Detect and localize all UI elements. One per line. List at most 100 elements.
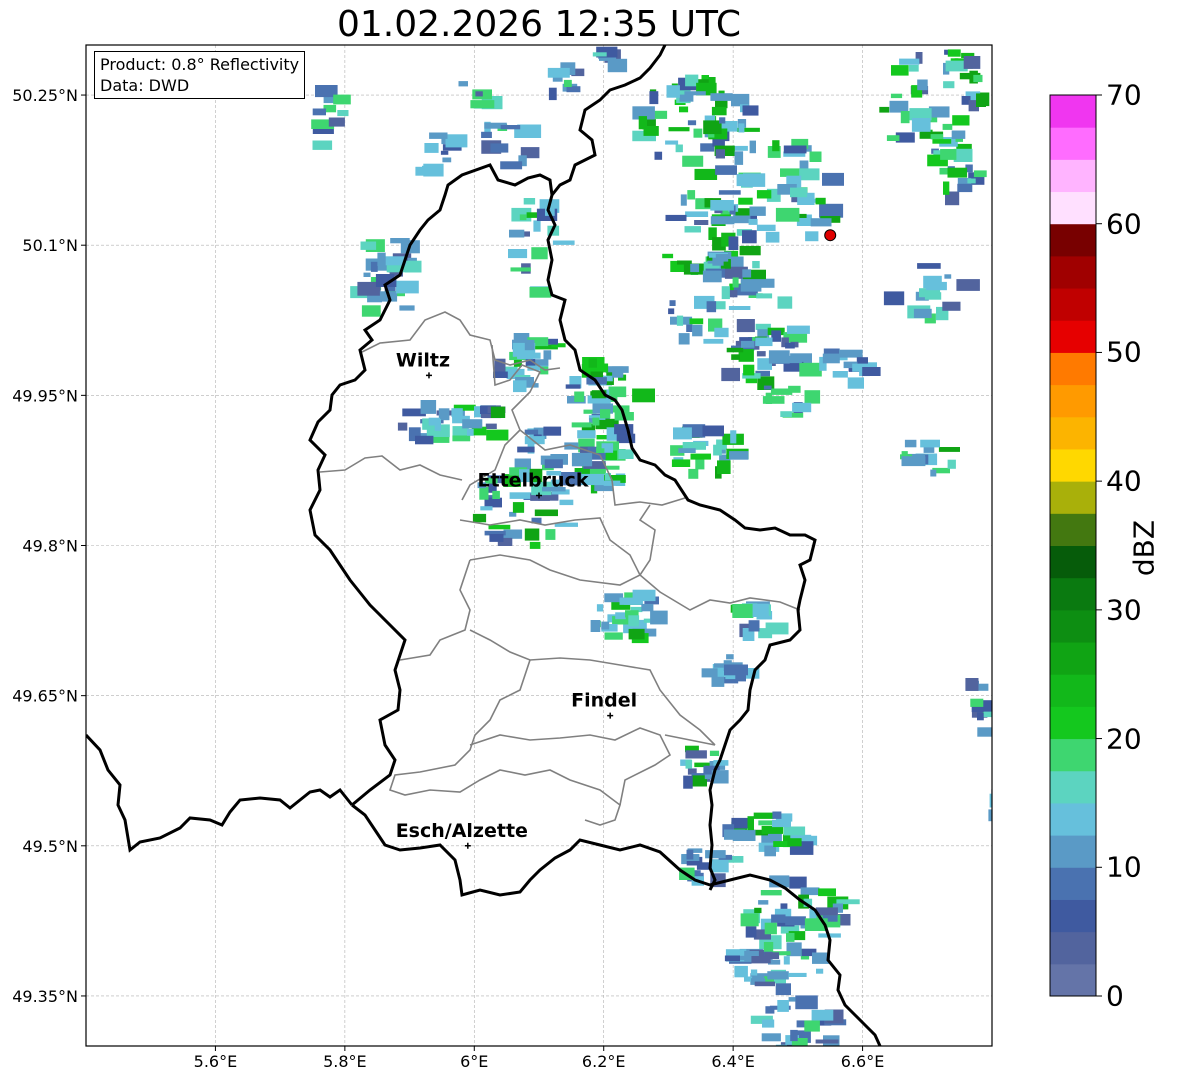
radar-echo-cell [500, 161, 523, 170]
radar-echo-cell [763, 942, 774, 952]
radar-echo-cell [989, 793, 992, 808]
colorbar-segment [1050, 963, 1096, 997]
radar-echo-cell [799, 362, 822, 377]
radar-echo-cell [743, 173, 766, 187]
colorbar-tick-label: 60 [1106, 207, 1142, 241]
radar-echo-cell [529, 541, 541, 549]
radar-echo-cell [673, 427, 692, 440]
radar-echo-cell [715, 254, 729, 262]
radar-echo-cell [685, 759, 693, 769]
radar-echo-cell [545, 529, 556, 540]
radar-echo-cell [592, 417, 600, 426]
radar-echo-cell [764, 922, 777, 935]
lon-tick-label: 6.6°E [841, 1052, 885, 1071]
radar-echo-cell [721, 367, 740, 382]
radar-echo-cell [832, 371, 848, 378]
radar-echo-cell [702, 270, 722, 283]
radar-echo-cell [754, 907, 762, 914]
radar-echo-cell [901, 451, 908, 456]
radar-echo-cell [957, 183, 973, 193]
radar-echo-cell [734, 965, 748, 978]
radar-echo-cell [740, 913, 759, 927]
radar-echo-cell [973, 170, 987, 178]
radar-echo-cell [917, 263, 941, 269]
radar-echo-cell [732, 604, 754, 618]
radar-echo-cell [748, 620, 760, 632]
radar-echo-cell [588, 358, 597, 368]
city-label: Esch/Alzette [396, 820, 528, 842]
radar-echo-cell [689, 318, 704, 325]
radar-echo-cell [726, 347, 744, 353]
radar-echo-cell [678, 333, 690, 345]
radar-echo-cell [786, 325, 810, 334]
radar-echo-cell [721, 286, 730, 300]
radar-echo-cell [942, 123, 953, 130]
radar-echo-cell [743, 364, 755, 376]
radar-echo-cell [559, 499, 574, 506]
colorbar-segment [1050, 545, 1096, 579]
radar-echo-cell [780, 411, 792, 417]
radar-echo-cell [608, 386, 627, 398]
radar-echo-cell [726, 654, 734, 660]
radar-echo-cell [531, 247, 548, 260]
colorbar-segment [1050, 609, 1096, 643]
radar-echo-cell [943, 81, 955, 89]
radar-echo-cell [509, 492, 532, 499]
radar-echo-cell [679, 94, 694, 102]
radar-echo-cell [687, 190, 696, 200]
radar-echo-cell [724, 829, 745, 840]
radar-echo-cell [710, 216, 735, 225]
radar-echo-cell [775, 983, 791, 996]
lon-tick-label: 5.8°E [323, 1052, 367, 1071]
radar-echo-cell [415, 166, 424, 176]
radar-echo-cell [815, 1039, 839, 1044]
lon-tick-label: 6°E [460, 1052, 488, 1071]
radar-echo-cell [756, 224, 776, 231]
colorbar-segment [1050, 159, 1096, 193]
radar-echo-cell [509, 229, 525, 238]
radar-echo-cell [462, 419, 483, 429]
radar-echo-cell [754, 981, 775, 987]
radar-echo-cell [690, 263, 700, 273]
radar-echo-cell [692, 775, 707, 787]
radar-echo-cell [795, 995, 818, 1010]
colorbar-segment [1050, 448, 1096, 482]
radar-echo-cell [799, 168, 820, 181]
radar-echo-cell [363, 272, 371, 277]
radar-echo-cell [685, 211, 709, 217]
radar-echo-cell [900, 111, 910, 124]
radar-echo-cell [687, 120, 697, 126]
colorbar-segment [1050, 481, 1096, 514]
radar-echo-cell [777, 296, 793, 309]
radar-echo-cell [458, 81, 468, 87]
colorbar-segment [1050, 320, 1096, 353]
radar-echo-cell [795, 1050, 810, 1058]
radar-echo-cell [705, 850, 726, 859]
radar-echo-cell [571, 452, 593, 467]
lat-tick-label: 49.65°N [12, 687, 78, 706]
radar-echo-cell [500, 125, 521, 130]
radar-echo-cell [312, 108, 326, 116]
radar-echo-cell [811, 1009, 834, 1021]
radar-echo-cell [785, 916, 806, 926]
radar-echo-cell [819, 203, 844, 218]
radar-echo-cell [686, 849, 694, 860]
radar-echo-cell [513, 380, 527, 393]
radar-echo-cell [839, 349, 863, 358]
radar-echo-cell [770, 388, 793, 395]
colorbar-segment [1050, 288, 1096, 321]
radar-echo-cell [752, 603, 769, 617]
radar-echo-cell [804, 390, 821, 404]
radar-echo-cell [930, 134, 944, 140]
radar-echo-cell [862, 367, 881, 376]
radar-echo-cell [492, 490, 500, 499]
radar-echo-cell [920, 439, 940, 448]
radar-echo-cell [703, 338, 724, 344]
radar-echo-cell [709, 750, 720, 756]
radar-echo-cell [788, 997, 796, 1002]
radar-echo-cell [777, 1000, 789, 1012]
radar-echo-cell [847, 377, 864, 389]
colorbar-label: dBZ [1127, 519, 1161, 577]
colorbar-segment [1050, 95, 1096, 128]
radar-echo-cell [753, 812, 774, 819]
